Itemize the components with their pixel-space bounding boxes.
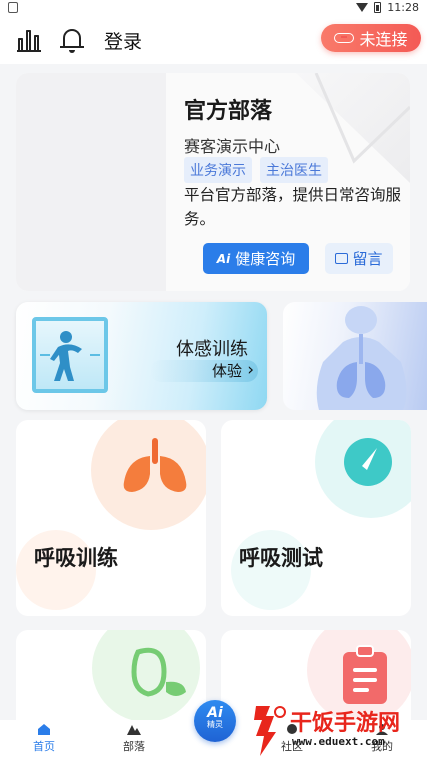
tribe-description: 平台官方部落，提供日常咨询服务。: [184, 186, 402, 228]
health-consult-label: 健康咨询: [235, 250, 296, 268]
device-connect-button[interactable]: 未连接: [321, 24, 421, 52]
status-bar: 11:28: [0, 0, 427, 16]
watermark: 干饭手游网 www.eduext.com: [250, 702, 420, 758]
notification-icon: [8, 2, 18, 13]
card-decoration: [231, 420, 411, 610]
official-tribe-card[interactable]: 官方部落 赛客演示中心 业务演示 主治医生 平台官方部落，提供日常咨询服务。 A…: [16, 73, 410, 291]
watermark-name: 干饭手游网: [290, 711, 401, 736]
breathing-training-card[interactable]: 呼吸训练: [16, 420, 206, 616]
connect-status-label: 未连接: [359, 30, 408, 49]
home-icon: [38, 724, 50, 735]
tribe-tag: 主治医生: [260, 157, 328, 183]
status-indicators: 11:28: [356, 1, 419, 14]
breathing-training-title: 呼吸训练: [34, 546, 118, 570]
motion-training-banner[interactable]: 体感训练 体验: [16, 302, 267, 410]
wifi-icon: [356, 3, 369, 12]
battery-icon: [374, 2, 382, 13]
nav-tribe-label: 部落: [123, 740, 145, 753]
bell-icon[interactable]: [58, 26, 86, 54]
mountain-icon: [127, 725, 141, 735]
statistics-icon[interactable]: [16, 26, 44, 54]
app-screen: 11:28 登录 未连接 官方部落 赛客演示中心 业务演示 主治医生 平台官方部…: [0, 0, 427, 760]
motion-training-icon: [32, 317, 108, 393]
tribe-tags: 业务演示 主治医生: [184, 157, 328, 183]
tribe-subtitle: 赛客演示中心: [184, 137, 281, 156]
tribe-title: 官方部落: [184, 99, 273, 124]
compass-gauge-icon: [344, 438, 392, 486]
breathing-test-title: 呼吸测试: [239, 546, 323, 570]
health-consult-button[interactable]: Ai 健康咨询: [203, 243, 309, 274]
message-icon: [335, 253, 349, 264]
nav-home-label: 首页: [33, 740, 55, 753]
card-decoration: [16, 420, 206, 610]
ai-sublabel: 精灵: [207, 720, 223, 729]
link-icon: [334, 33, 355, 43]
ai-assistant-button[interactable]: Ai 精灵: [194, 700, 236, 742]
watermark-logo: [254, 706, 286, 756]
leave-message-label: 留言: [352, 250, 383, 268]
nav-home[interactable]: 首页: [14, 723, 74, 754]
ai-label: Ai: [207, 705, 223, 721]
respiratory-system-illustration: [316, 306, 407, 410]
top-header: 登录 未连接: [0, 16, 427, 64]
login-link[interactable]: 登录: [104, 27, 142, 54]
tribe-tag: 业务演示: [184, 157, 252, 183]
status-time: 11:28: [387, 1, 419, 14]
banner-title: 体感训练: [176, 339, 248, 360]
banner-try-button[interactable]: 体验: [150, 359, 258, 382]
clipboard-icon: [343, 645, 387, 704]
ai-icon: Ai: [216, 251, 231, 266]
respiratory-banner[interactable]: [283, 302, 427, 410]
leave-message-button[interactable]: 留言: [325, 243, 393, 274]
breathing-test-card[interactable]: 呼吸测试: [221, 420, 411, 616]
nav-tribe[interactable]: 部落: [104, 723, 164, 754]
watermark-url: www.eduext.com: [292, 735, 385, 748]
